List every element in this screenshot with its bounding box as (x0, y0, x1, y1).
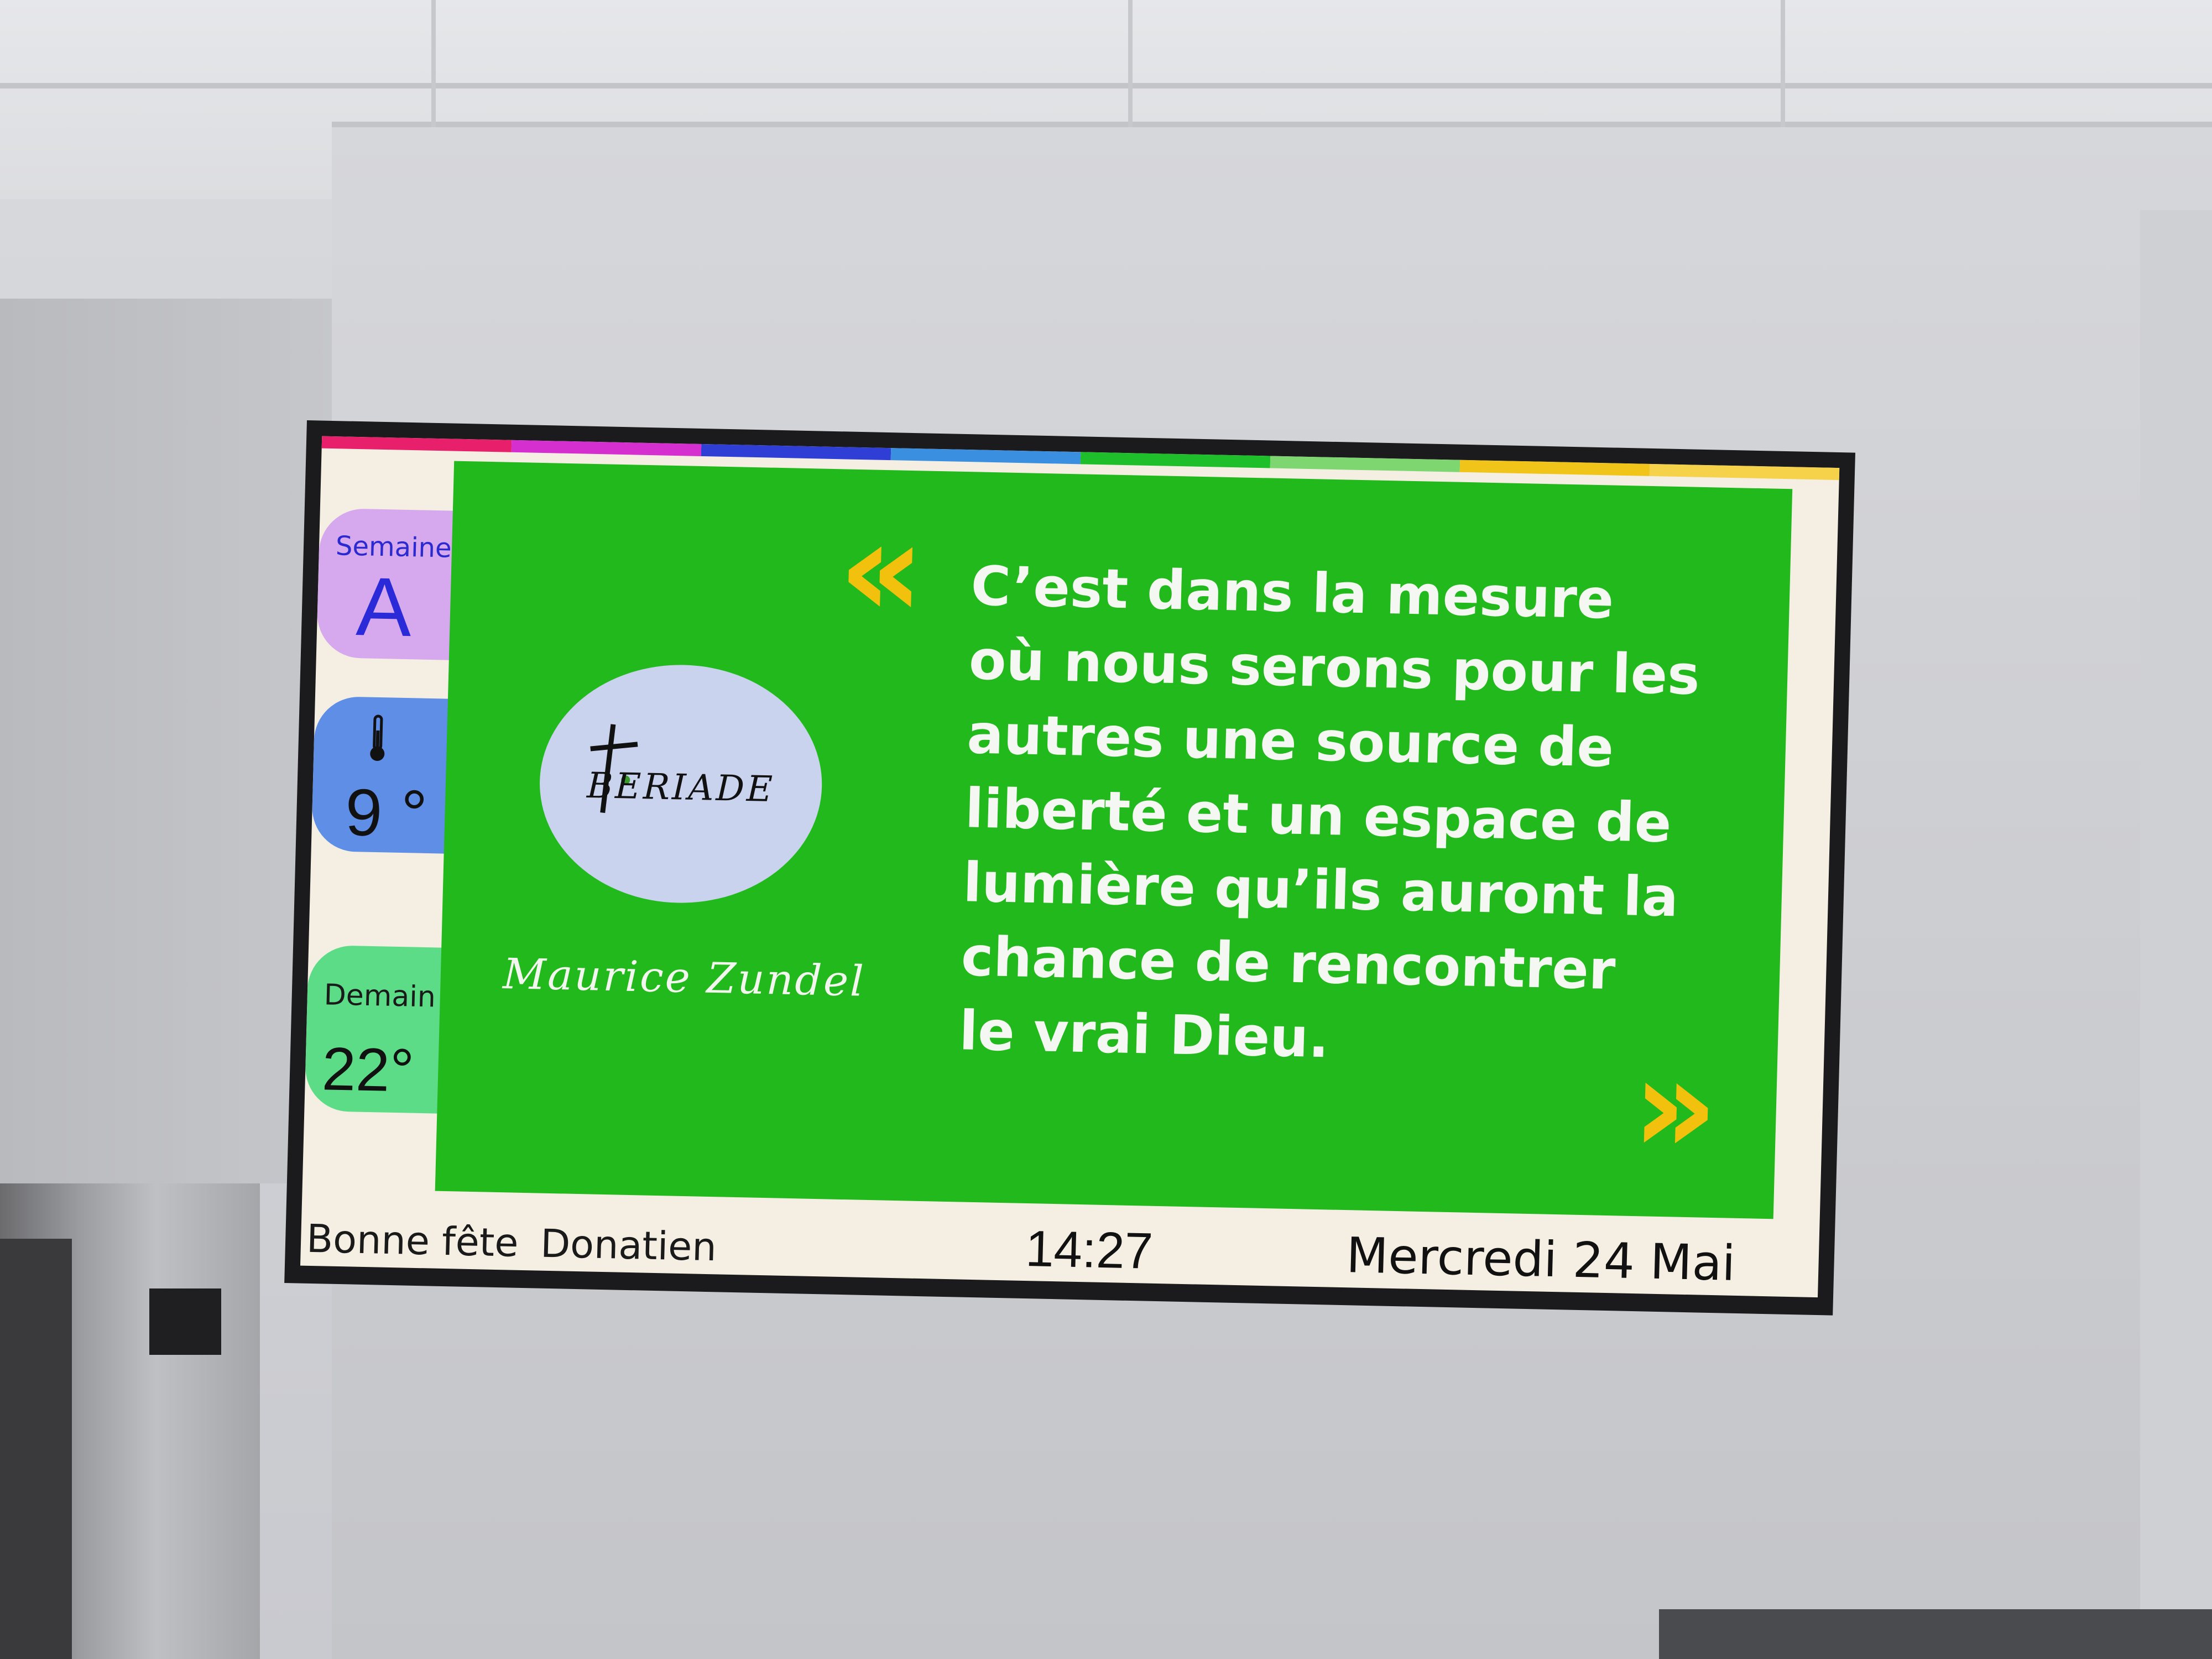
ceiling-seam (431, 0, 436, 127)
ceiling-grid-line (332, 122, 2212, 127)
quote-line: C’est dans la mesure (970, 555, 1615, 632)
forecast-value: 22° (321, 1035, 415, 1105)
door-opening (0, 1239, 72, 1659)
door-closer (149, 1288, 221, 1355)
quote-line: lumière qu’ils auront la (962, 851, 1679, 930)
quote-line: le vrai Dieu. (958, 999, 1330, 1071)
forecast-label: Demain (324, 978, 436, 1014)
logo: BERIADE (536, 662, 825, 906)
color-strip-segment (511, 440, 702, 456)
logo-text: BERIADE (586, 765, 775, 811)
color-strip-segment (321, 436, 512, 452)
tv-frame: Semaine A 9 ° Demain 22° BERIADE Maurice… (284, 420, 1856, 1316)
color-strip-segment (1459, 460, 1650, 476)
color-strip-segment (890, 448, 1081, 465)
tv-screen: Semaine A 9 ° Demain 22° BERIADE Maurice… (300, 436, 1840, 1298)
counter-edge (1659, 1609, 2212, 1659)
clock: 14:27 (1025, 1220, 1154, 1280)
quote-author: Maurice Zundel (502, 948, 866, 1006)
feast-of-day: Bonne fête Donatien (306, 1216, 717, 1270)
quote-panel: BERIADE Maurice Zundel « C’est dans la m… (435, 461, 1793, 1219)
quote-line: autres une source de (966, 703, 1615, 780)
temperature-value: 9 ° (344, 775, 429, 851)
open-quote-mark: « (836, 491, 927, 648)
date: Mercredi 24 Mai (1345, 1227, 1736, 1292)
right-wall (2140, 210, 2212, 1659)
close-quote-mark: » (1630, 1027, 1720, 1185)
week-value: A (355, 560, 413, 654)
ceiling-grid-line (0, 83, 2212, 88)
color-strip-segment (1649, 463, 1840, 481)
quote-line: chance de rencontrer (960, 925, 1616, 1003)
color-strip-segment (1270, 456, 1460, 472)
thermometer-icon (370, 714, 385, 761)
left-wall (0, 299, 332, 1183)
color-strip-segment (1080, 452, 1271, 468)
quote-text: C’est dans la mesure où nous serons pour… (958, 549, 1701, 1083)
feast-name: Donatien (540, 1220, 717, 1270)
color-strip-segment (701, 444, 891, 461)
feast-label: Bonne fête (306, 1215, 519, 1266)
quote-line: liberté et un espace de (964, 777, 1672, 855)
quote-line: où nous serons pour les (968, 629, 1701, 707)
